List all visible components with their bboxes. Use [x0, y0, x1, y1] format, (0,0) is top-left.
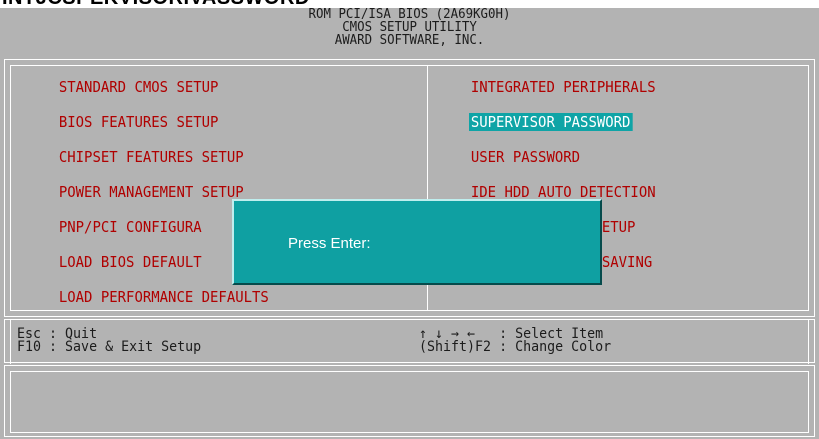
menu-item-load-performance-defaults[interactable]: LOAD PERFORMANCE DEFAULTS: [57, 288, 271, 306]
status-panel: [4, 365, 815, 437]
menu-item-pnp-pci-configuration[interactable]: PNP/PCI CONFIGURA: [57, 218, 204, 236]
help-frame: Esc : Quit F10 : Save & Exit Setup ↑ ↓ →…: [10, 320, 809, 364]
status-frame: [10, 371, 809, 433]
password-dialog[interactable]: Press Enter:: [232, 199, 602, 285]
password-prompt-label: Press Enter:: [288, 235, 371, 252]
menu-item-exit-without-saving[interactable]: SAVING: [600, 253, 654, 271]
menu-item-chipset-features-setup[interactable]: CHIPSET FEATURES SETUP: [57, 148, 245, 166]
menu-item-user-password[interactable]: USER PASSWORD: [469, 148, 582, 166]
menu-item-supervisor-password[interactable]: SUPERVISOR PASSWORD: [469, 113, 633, 131]
bios-header: ROM PCI/ISA BIOS (2A69KG0H) CMOS SETUP U…: [33, 7, 786, 58]
menu-item-save-and-exit-setup[interactable]: ETUP: [600, 218, 637, 236]
help-change-color: (Shift)F2 : Change Color: [419, 339, 612, 355]
menu-item-power-management-setup[interactable]: POWER MANAGEMENT SETUP: [57, 183, 245, 201]
vendor-line: AWARD SOFTWARE, INC.: [334, 32, 485, 48]
menu-item-standard-cmos-setup[interactable]: STANDARD CMOS SETUP: [57, 78, 220, 96]
menu-item-integrated-peripherals[interactable]: INTEGRATED PERIPHERALS: [469, 78, 657, 96]
menu-item-load-bios-defaults[interactable]: LOAD BIOS DEFAULT: [57, 253, 204, 271]
help-panel: Esc : Quit F10 : Save & Exit Setup ↑ ↓ →…: [4, 319, 815, 364]
help-f10-save-exit: F10 : Save & Exit Setup: [17, 339, 202, 355]
menu-item-bios-features-setup[interactable]: BIOS FEATURES SETUP: [57, 113, 220, 131]
bios-screen: ROM PCI/ISA BIOS (2A69KG0H) CMOS SETUP U…: [0, 7, 819, 439]
